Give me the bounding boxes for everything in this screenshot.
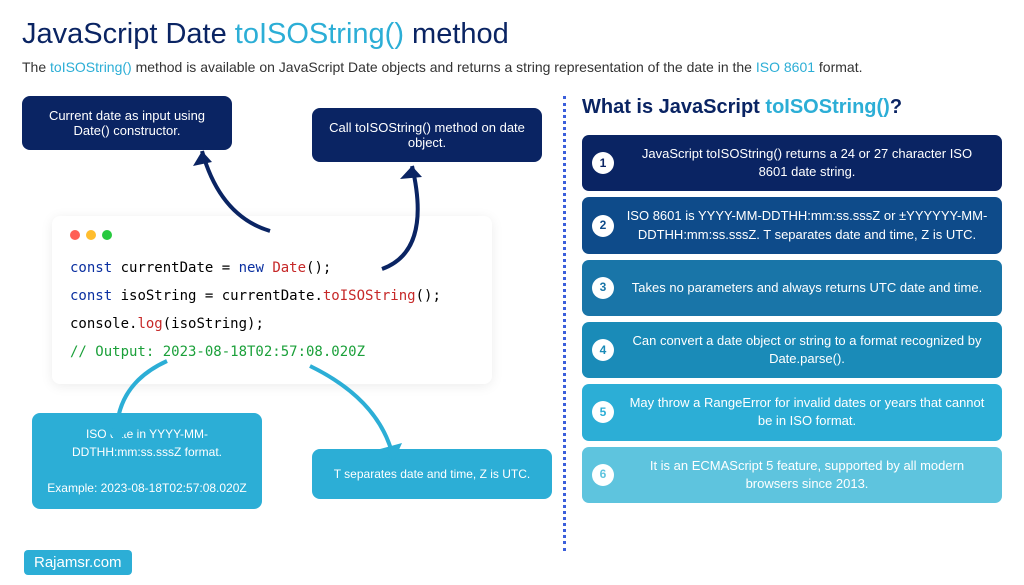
right-column: What is JavaScript toISOString()? 1JavaS… bbox=[582, 96, 1002, 551]
badge-6: 6 bbox=[592, 464, 614, 486]
info-list: 1JavaScript toISOString() returns a 24 o… bbox=[582, 135, 1002, 503]
list-item: 6It is an ECMAScript 5 feature, supporte… bbox=[582, 447, 1002, 503]
code-example: const currentDate = new Date(); const is… bbox=[52, 216, 492, 384]
callout-call-method: Call toISOString() method on date object… bbox=[312, 108, 542, 162]
window-dots bbox=[70, 230, 474, 240]
callout-tz-separator: T separates date and time, Z is UTC. bbox=[312, 449, 552, 499]
list-item: 5May throw a RangeError for invalid date… bbox=[582, 384, 1002, 440]
badge-5: 5 bbox=[592, 401, 614, 423]
badge-3: 3 bbox=[592, 277, 614, 299]
watermark: Rajamsr.com bbox=[24, 550, 132, 575]
badge-4: 4 bbox=[592, 339, 614, 361]
badge-2: 2 bbox=[592, 215, 614, 237]
badge-1: 1 bbox=[592, 152, 614, 174]
list-item: 3Takes no parameters and always returns … bbox=[582, 260, 1002, 316]
right-title: What is JavaScript toISOString()? bbox=[582, 96, 1002, 119]
callout-date-constructor: Current date as input using Date() const… bbox=[22, 96, 232, 150]
column-divider bbox=[563, 96, 566, 551]
page-title: JavaScript Date toISOString() method bbox=[22, 18, 1002, 51]
code-output-comment: // Output: 2023-08-18T02:57:08.020Z bbox=[70, 338, 474, 366]
list-item: 4Can convert a date object or string to … bbox=[582, 322, 1002, 378]
code-line-1: const currentDate = new Date(); bbox=[70, 254, 474, 282]
left-column: Current date as input using Date() const… bbox=[22, 96, 547, 551]
code-line-3: console.log(isoString); bbox=[70, 310, 474, 338]
page-subtitle: The toISOString() method is available on… bbox=[22, 57, 1002, 78]
callout-iso-format: ISO date in YYYY-MM-DDTHH:mm:ss.sssZ for… bbox=[32, 413, 262, 509]
list-item: 1JavaScript toISOString() returns a 24 o… bbox=[582, 135, 1002, 191]
list-item: 2ISO 8601 is YYYY-MM-DDTHH:mm:ss.sssZ or… bbox=[582, 197, 1002, 253]
code-line-2: const isoString = currentDate.toISOStrin… bbox=[70, 282, 474, 310]
